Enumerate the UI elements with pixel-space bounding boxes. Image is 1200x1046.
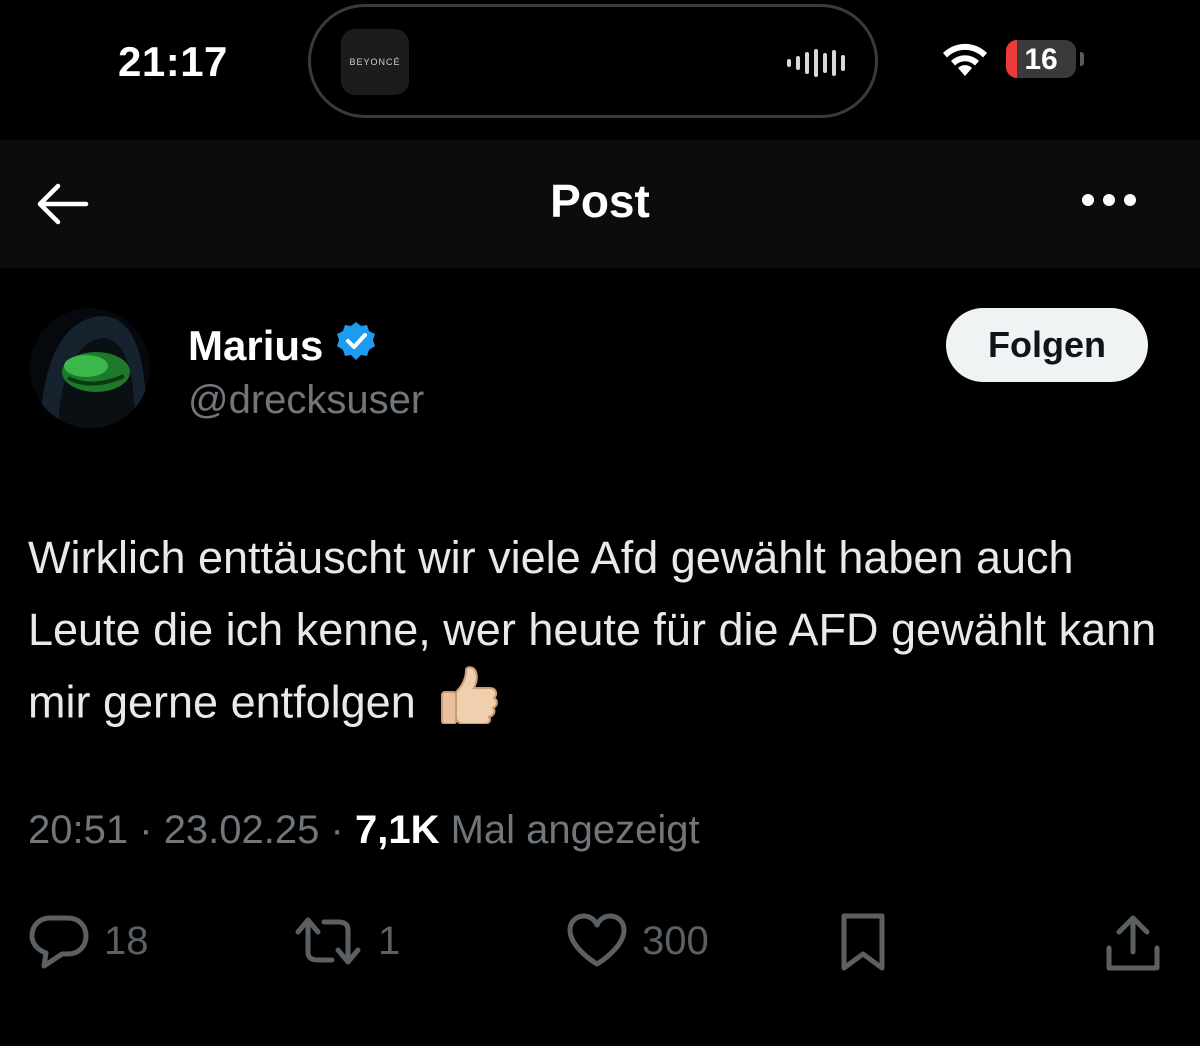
reply-count: 18 bbox=[104, 918, 149, 963]
meta-separator: · bbox=[139, 808, 153, 852]
author-name[interactable]: Marius bbox=[188, 322, 323, 370]
heart-icon bbox=[566, 912, 628, 970]
repost-icon bbox=[292, 912, 364, 970]
tweet-text: Wirklich enttäuscht wir viele Afd gewähl… bbox=[28, 532, 1157, 728]
view-count-label: Mal angezeigt bbox=[450, 808, 700, 852]
verified-badge-icon bbox=[335, 320, 377, 372]
bookmark-icon[interactable] bbox=[838, 912, 888, 974]
battery-tip bbox=[1080, 52, 1084, 66]
album-art: BEYONCÉ bbox=[341, 29, 409, 95]
tweet-meta: 20:51 · 23.02.25 · 7,1K Mal angezeigt bbox=[28, 808, 700, 853]
meta-separator: · bbox=[330, 808, 344, 852]
repost-count: 1 bbox=[378, 918, 401, 963]
action-bar: 18 1 300 bbox=[0, 904, 1200, 974]
more-horizontal-icon[interactable] bbox=[1082, 194, 1136, 206]
top-bar: Post bbox=[0, 140, 1200, 268]
like-count: 300 bbox=[642, 918, 709, 963]
follow-button[interactable]: Folgen bbox=[946, 308, 1148, 382]
status-time: 21:17 bbox=[118, 38, 228, 85]
tweet-time: 20:51 bbox=[28, 808, 129, 852]
tweet-date: 23.02.25 bbox=[163, 808, 320, 852]
battery-level: 16 bbox=[1024, 43, 1058, 76]
dynamic-island[interactable]: BEYONCÉ bbox=[308, 4, 878, 118]
wifi-icon bbox=[940, 42, 990, 83]
page-title: Post bbox=[550, 175, 650, 227]
author-name-row: Marius bbox=[188, 320, 377, 372]
avatar[interactable] bbox=[30, 308, 150, 428]
reply-button[interactable]: 18 bbox=[28, 912, 149, 970]
waveform-icon bbox=[787, 49, 845, 77]
repost-button[interactable]: 1 bbox=[292, 912, 400, 970]
share-icon[interactable] bbox=[1104, 912, 1162, 974]
battery-indicator: 16 bbox=[1006, 40, 1076, 78]
view-count[interactable]: 7,1K bbox=[355, 808, 440, 852]
author-handle[interactable]: @drecksuser bbox=[188, 378, 424, 423]
like-button[interactable]: 300 bbox=[566, 912, 709, 970]
reply-icon bbox=[28, 912, 90, 970]
tweet-body: Wirklich enttäuscht wir viele Afd gewähl… bbox=[28, 522, 1178, 745]
thumbs-up-icon bbox=[438, 666, 500, 745]
